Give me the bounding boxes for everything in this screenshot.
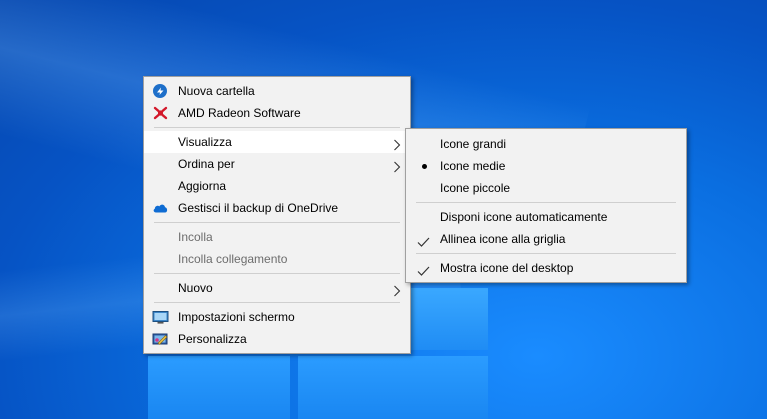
menu-separator (154, 302, 400, 303)
menu-item-label: Allinea icone alla griglia (440, 232, 566, 246)
menu-item-gestisci-backup-onedrive[interactable]: Gestisci il backup di OneDrive (144, 197, 410, 219)
menu-separator (416, 202, 676, 203)
menu-separator (154, 222, 400, 223)
radio-bullet-icon (422, 164, 427, 169)
menu-item-label: Icone grandi (440, 137, 507, 151)
checkmark-icon (417, 262, 430, 276)
menu-item-label: Aggiorna (178, 179, 227, 193)
menu-item-label: Visualizza (178, 135, 232, 149)
menu-separator (154, 127, 400, 128)
menu-item-label: AMD Radeon Software (178, 106, 301, 120)
menu-item-label: Mostra icone del desktop (440, 261, 574, 275)
folder-sync-icon (152, 83, 169, 99)
menu-item-label: Icone piccole (440, 181, 511, 195)
menu-item-label: Nuova cartella (178, 84, 255, 98)
personalize-icon (152, 331, 169, 347)
wallpaper-window-pane (298, 356, 488, 419)
menu-item-label: Icone medie (440, 159, 506, 173)
menu-item-nuovo[interactable]: Nuovo (144, 277, 410, 299)
menu-item-label: Ordina per (178, 157, 235, 171)
checkmark-icon (417, 233, 430, 247)
menu-item-ordina-per[interactable]: Ordina per (144, 153, 410, 175)
menu-item-incolla: Incolla (144, 226, 410, 248)
menu-item-personalizza[interactable]: Personalizza (144, 328, 410, 350)
menu-item-amd-radeon-software[interactable]: AMD Radeon Software (144, 102, 410, 124)
menu-item-impostazioni-schermo[interactable]: Impostazioni schermo (144, 306, 410, 328)
submenu-item-allinea-icone-griglia[interactable]: Allinea icone alla griglia (406, 228, 686, 250)
menu-separator (154, 273, 400, 274)
visualizza-submenu: Icone grandi Icone medie Icone piccole D… (405, 128, 687, 283)
menu-item-label: Personalizza (178, 332, 247, 346)
menu-item-nuova-cartella[interactable]: Nuova cartella (144, 80, 410, 102)
desktop-context-menu: Nuova cartella AMD Radeon Software Visua… (143, 76, 411, 354)
menu-separator (416, 253, 676, 254)
menu-item-label: Incolla collegamento (178, 252, 288, 266)
chevron-right-icon (393, 136, 401, 151)
menu-item-aggiorna[interactable]: Aggiorna (144, 175, 410, 197)
menu-item-label: Disponi icone automaticamente (440, 210, 608, 224)
chevron-right-icon (393, 282, 401, 297)
chevron-right-icon (393, 158, 401, 173)
amd-radeon-icon (152, 105, 169, 121)
submenu-item-icone-grandi[interactable]: Icone grandi (406, 133, 686, 155)
submenu-item-icone-piccole[interactable]: Icone piccole (406, 177, 686, 199)
menu-item-visualizza[interactable]: Visualizza (144, 131, 410, 153)
menu-item-label: Impostazioni schermo (178, 310, 295, 324)
menu-item-label: Incolla (178, 230, 213, 244)
submenu-item-disponi-icone-automaticamente[interactable]: Disponi icone automaticamente (406, 206, 686, 228)
display-settings-icon (152, 309, 169, 325)
menu-item-label: Gestisci il backup di OneDrive (178, 201, 339, 215)
submenu-item-icone-medie[interactable]: Icone medie (406, 155, 686, 177)
menu-item-incolla-collegamento: Incolla collegamento (144, 248, 410, 270)
menu-item-label: Nuovo (178, 281, 213, 295)
wallpaper-window-pane (148, 356, 290, 419)
submenu-item-mostra-icone-desktop[interactable]: Mostra icone del desktop (406, 257, 686, 279)
onedrive-cloud-icon (152, 200, 169, 216)
